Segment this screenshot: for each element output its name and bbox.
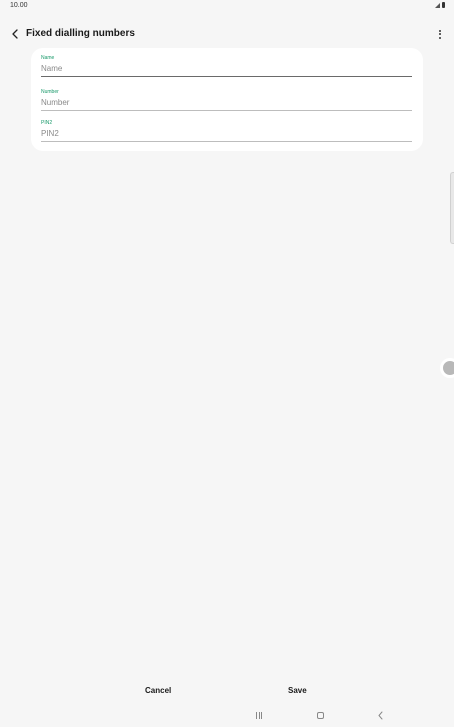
back-button[interactable] [7,26,23,42]
number-field-underline [41,110,412,111]
number-input[interactable] [41,96,412,109]
edge-handle[interactable] [450,172,454,244]
pin2-field-underline [41,141,412,142]
bottom-actions: Cancel Save [0,684,454,700]
home-icon[interactable] [317,712,324,719]
pin2-field-label: PIN2 [41,120,53,126]
number-field[interactable]: Number [41,89,412,113]
page-title: Fixed dialling numbers [26,28,135,39]
status-time: 10.00 [10,2,28,9]
name-field-underline [41,76,412,77]
name-input[interactable] [41,62,412,75]
number-field-label: Number [41,89,59,95]
pin2-field[interactable]: PIN2 [41,120,412,144]
edge-panel-handle[interactable] [440,358,454,378]
chevron-left-icon [12,29,18,39]
cancel-button[interactable]: Cancel [145,686,171,695]
more-options-button[interactable] [434,26,446,42]
more-vertical-icon [439,29,441,32]
app-bar: Fixed dialling numbers [0,22,454,46]
navigation-bar [0,708,454,724]
status-bar: 10.00 [0,0,454,14]
nav-back-icon[interactable] [376,711,385,720]
save-button[interactable]: Save [288,686,307,695]
name-field-label: Name [41,55,55,61]
name-field[interactable]: Name [41,55,412,79]
battery-icon [442,2,445,8]
recents-icon[interactable] [256,712,262,719]
pin2-input[interactable] [41,127,412,140]
form-card: Name Number PIN2 [31,48,423,151]
signal-icon [435,2,440,8]
status-icons [435,2,445,8]
